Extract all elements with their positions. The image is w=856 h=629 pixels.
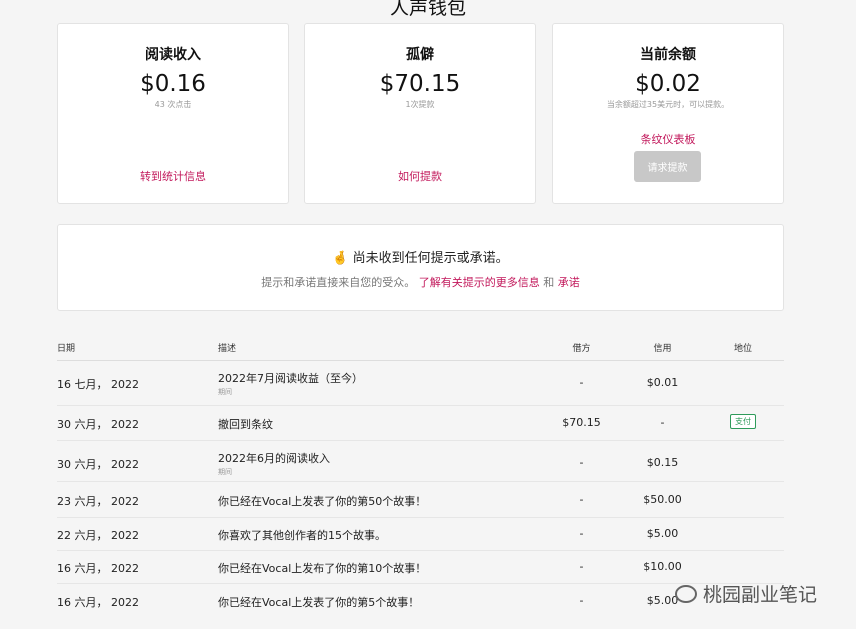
notice-and: 和 xyxy=(543,276,555,289)
notice-title-text: 尚未收到任何提示或承诺。 xyxy=(352,251,509,266)
table-row: 30 六月， 2022 2022年6月的阅读收入 期间 - $0.15 xyxy=(57,441,784,482)
row-desc-sub: 期间 xyxy=(218,388,232,396)
row-debit: - xyxy=(579,376,584,389)
header-status: 地位 xyxy=(733,344,752,354)
card-title: 阅读收入 xyxy=(145,47,201,63)
row-debit: - xyxy=(579,493,584,506)
row-credit: $50.00 xyxy=(643,493,682,506)
notice-body: 提示和承诺直接来自您的受众。 xyxy=(261,276,416,289)
withdrawn-card: 孤僻 $70.15 1次提款 如何提款 xyxy=(304,23,536,204)
row-status: 支付 xyxy=(711,414,775,429)
row-credit: $5.00 xyxy=(646,527,679,540)
row-description: 2022年6月的阅读收入 期间 xyxy=(218,450,330,477)
row-date: 22 六月， 2022 xyxy=(57,529,139,542)
reading-income-card: 阅读收入 $0.16 43 次点击 转到统计信息 xyxy=(57,23,289,204)
page-title: 人声钱包 xyxy=(389,0,466,19)
tips-notice: 🤞 尚未收到任何提示或承诺。 提示和承诺直接来自您的受众。 了解有关提示的更多信… xyxy=(57,224,784,311)
row-date: 16 六月， 2022 xyxy=(57,562,139,575)
row-debit: $70.15 xyxy=(562,416,601,429)
row-description: 你已经在Vocal上发布了你的第10个故事！ xyxy=(218,562,427,575)
notice-text: 提示和承诺直接来自您的受众。 了解有关提示的更多信息 和 承诺 xyxy=(58,274,783,290)
row-date: 30 六月， 2022 xyxy=(57,458,139,471)
row-description: 你已经在Vocal上发表了你的第50个故事！ xyxy=(218,495,427,508)
crossed-fingers-icon: 🤞 xyxy=(332,251,349,266)
row-credit: - xyxy=(660,416,665,429)
watermark-text: 桃园副业笔记 xyxy=(703,584,818,606)
row-description: 你已经在Vocal上发表了你的第5个故事！ xyxy=(218,596,420,609)
card-title: 当前余额 xyxy=(640,47,696,63)
row-debit: - xyxy=(579,594,584,607)
card-subtext: 1次提款 xyxy=(405,100,435,109)
row-desc-text: 2022年7月阅读收益（至今） xyxy=(218,372,363,385)
row-description: 2022年7月阅读收益（至今） 期间 xyxy=(218,370,363,397)
learn-more-tips-link[interactable]: 了解有关提示的更多信息 xyxy=(419,276,540,289)
current-balance-card: 当前余额 $0.02 当余额超过35美元时，可以提款。 条纹仪表板 请求提款 xyxy=(552,23,784,204)
row-debit: - xyxy=(579,560,584,573)
go-to-stats-link[interactable]: 转到统计信息 xyxy=(58,168,288,184)
card-subtext: 43 次点击 xyxy=(154,100,192,109)
row-credit: $0.01 xyxy=(646,376,679,389)
card-amount: $0.02 xyxy=(635,71,701,97)
row-description: 你喜欢了其他创作者的15个故事。 xyxy=(218,529,386,542)
notice-title: 🤞 尚未收到任何提示或承诺。 xyxy=(58,247,783,266)
card-subtext: 当余额超过35美元时，可以提款。 xyxy=(606,100,730,109)
table-row: 22 六月， 2022 你喜欢了其他创作者的15个故事。 - $5.00 xyxy=(57,518,784,551)
stripe-dashboard-link[interactable]: 条纹仪表板 xyxy=(553,131,783,147)
how-to-withdraw-link[interactable]: 如何提款 xyxy=(305,168,535,184)
row-date: 16 七月， 2022 xyxy=(57,378,139,391)
row-debit: - xyxy=(579,456,584,469)
watermark: 桃园副业笔记 xyxy=(675,580,817,607)
row-credit: $0.15 xyxy=(646,456,679,469)
request-withdrawal-button[interactable]: 请求提款 xyxy=(634,151,701,182)
header-date: 日期 xyxy=(57,344,76,354)
row-debit: - xyxy=(579,527,584,540)
card-amount: $0.16 xyxy=(140,71,206,97)
card-amount: $70.15 xyxy=(379,71,461,97)
table-row: 30 六月， 2022 撤回到条纹 $70.15 - 支付 xyxy=(57,406,784,441)
transactions-table: 日期 描述 借方 信用 地位 16 七月， 2022 2022年7月阅读收益（至… xyxy=(57,330,784,618)
pledges-link[interactable]: 承诺 xyxy=(558,276,580,289)
table-row: 16 七月， 2022 2022年7月阅读收益（至今） 期间 - $0.01 xyxy=(57,361,784,406)
table-header: 日期 描述 借方 信用 地位 xyxy=(57,330,784,361)
paid-badge: 支付 xyxy=(730,414,756,429)
wechat-icon xyxy=(675,584,697,603)
header-credit: 信用 xyxy=(653,344,672,354)
row-credit: $10.00 xyxy=(643,560,682,573)
header-debit: 借方 xyxy=(572,344,591,354)
row-desc-sub: 期间 xyxy=(218,468,232,476)
row-description: 撤回到条纹 xyxy=(218,418,273,431)
row-date: 30 六月， 2022 xyxy=(57,418,139,431)
row-date: 16 六月， 2022 xyxy=(57,596,139,609)
row-date: 23 六月， 2022 xyxy=(57,495,139,508)
row-desc-text: 2022年6月的阅读收入 xyxy=(218,452,330,465)
card-title: 孤僻 xyxy=(406,47,434,63)
header-description: 描述 xyxy=(218,344,237,354)
table-row: 23 六月， 2022 你已经在Vocal上发表了你的第50个故事！ - $50… xyxy=(57,482,784,518)
